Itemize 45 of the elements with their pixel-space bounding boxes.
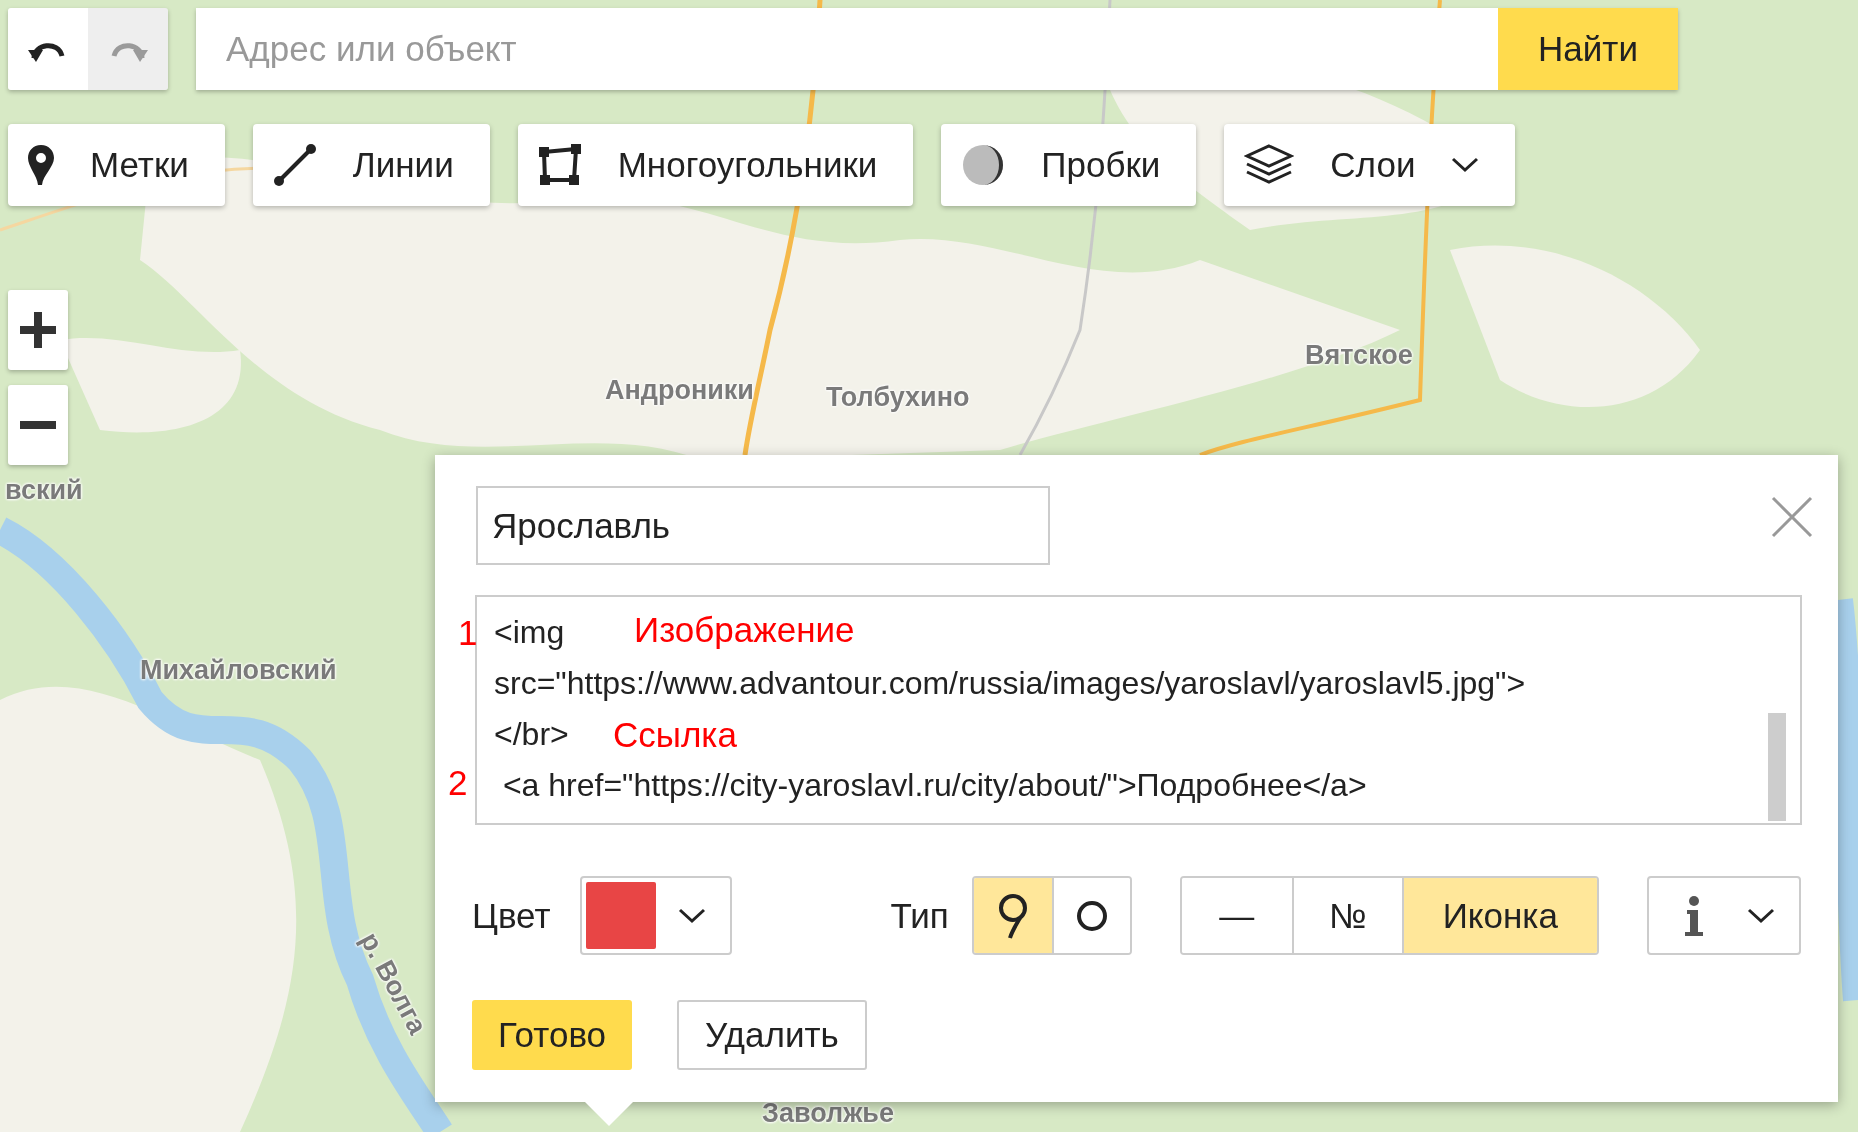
plus-icon <box>20 312 56 348</box>
pin-type-button[interactable] <box>973 878 1052 953</box>
search-button[interactable]: Найти <box>1498 8 1678 90</box>
close-button[interactable] <box>1770 495 1814 539</box>
circle-type-button[interactable] <box>1051 878 1130 953</box>
icon-dropdown[interactable] <box>1646 876 1801 955</box>
pin-outline-icon <box>997 892 1028 939</box>
line-icon <box>272 143 317 187</box>
undo-button[interactable] <box>8 8 88 90</box>
delete-button[interactable]: Удалить <box>677 1000 867 1070</box>
place-label: Андроники <box>605 375 754 406</box>
scrollbar-thumb[interactable] <box>1768 713 1786 821</box>
done-button[interactable]: Готово <box>472 1000 633 1070</box>
annotation-label: Изображение <box>634 610 855 650</box>
place-label: Михайловский <box>140 655 337 686</box>
annotation-number: 1 <box>458 613 478 653</box>
name-field[interactable]: Ярославль <box>476 486 1050 565</box>
color-label: Цвет <box>472 895 551 936</box>
content-mode-button[interactable]: Иконка <box>1401 878 1597 953</box>
annotation-label: Ссылка <box>613 715 737 755</box>
chevron-down-icon <box>678 907 707 924</box>
close-icon <box>1770 495 1814 539</box>
polygon-icon <box>537 144 582 186</box>
type-label: Тип <box>890 895 949 936</box>
traffic-icon <box>961 143 1006 187</box>
tool-button[interactable]: Метки <box>8 124 225 206</box>
place-label: Заволжье <box>762 1098 894 1129</box>
zoom-out-button[interactable] <box>8 385 68 465</box>
info-icon <box>1684 895 1703 936</box>
tool-button[interactable]: Многоугольники <box>517 124 914 206</box>
color-dropdown[interactable] <box>580 876 733 955</box>
tool-button[interactable]: Пробки <box>941 124 1197 206</box>
place-label: Вятское <box>1305 340 1413 371</box>
tool-button[interactable]: Линии <box>252 124 490 206</box>
annotation-number: 2 <box>448 763 468 803</box>
minus-icon <box>20 421 56 429</box>
place-label: Толбухино <box>826 382 970 413</box>
chevron-down-icon <box>1451 157 1480 173</box>
search-field[interactable]: Адрес или объект <box>196 8 1498 90</box>
zoom-in-button[interactable] <box>8 290 68 370</box>
chevron-down-icon <box>1746 907 1775 924</box>
circle-icon <box>1075 899 1108 932</box>
pin-icon <box>28 145 54 185</box>
place-label: вский <box>5 475 83 506</box>
tool-button[interactable]: Слои <box>1224 124 1516 206</box>
